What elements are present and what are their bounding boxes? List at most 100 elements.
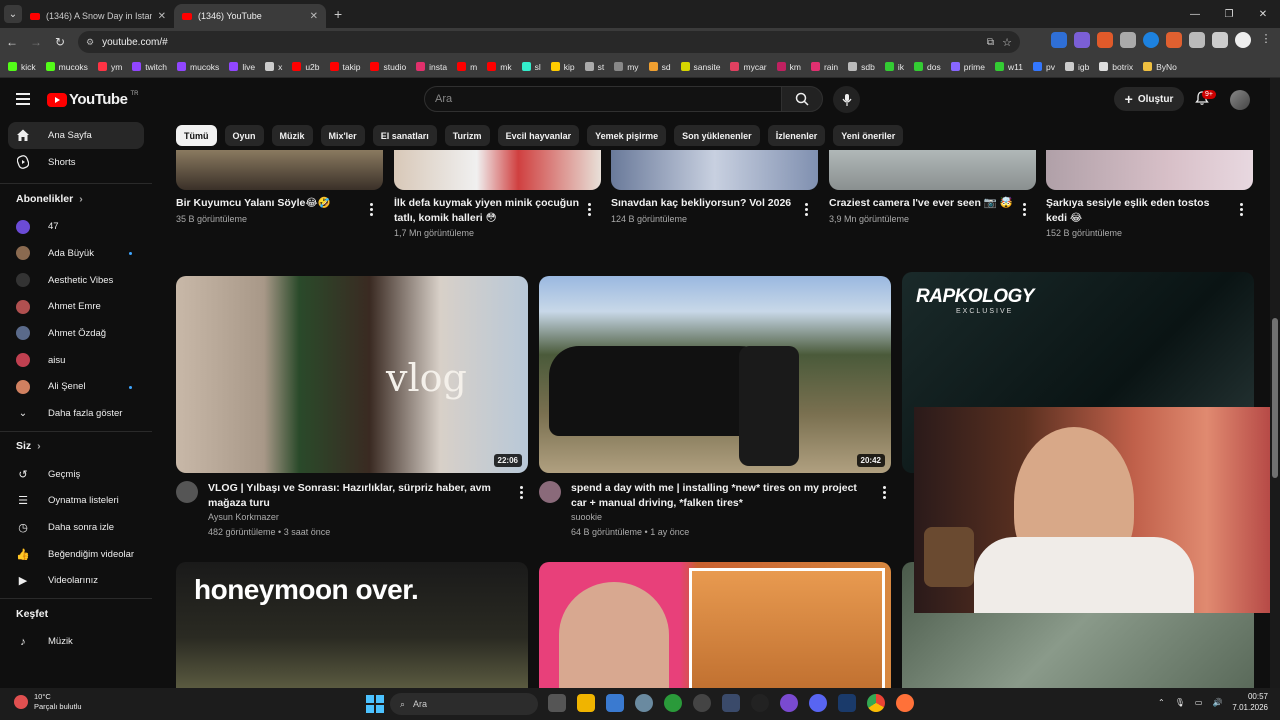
forward-icon[interactable]: → <box>24 35 48 49</box>
more-actions-icon[interactable] <box>370 203 374 218</box>
video-thumbnail-vlog[interactable]: vlog 22:06 <box>176 276 528 473</box>
bookmark-item[interactable]: takip <box>329 62 360 72</box>
bookmark-item[interactable]: rain <box>810 62 838 72</box>
extensions-puzzle-icon[interactable] <box>1212 32 1228 48</box>
bookmark-item[interactable]: ym <box>97 62 122 72</box>
channel-name[interactable]: Aysun Korkmazer <box>208 510 408 525</box>
bookmark-item[interactable]: sansite <box>680 62 720 72</box>
video-thumbnail-honeymoon[interactable]: honeymoon over. <box>176 562 528 688</box>
channel-avatar[interactable] <box>539 481 561 503</box>
more-actions-icon[interactable] <box>588 203 592 218</box>
bookmark-item[interactable]: sd <box>648 62 671 72</box>
video-title[interactable]: VLOG | Yılbaşı ve Sonrası: Hazırlıklar, … <box>208 481 508 510</box>
sidebar-item-shorts[interactable]: Shorts <box>0 149 152 176</box>
weather-widget[interactable]: 10°C Parçalı bulutlu <box>14 692 82 712</box>
sidebar-item-subscription[interactable]: Aesthetic Vibes <box>0 267 152 294</box>
bookmark-item[interactable]: mucoks <box>45 62 88 72</box>
bookmark-item[interactable]: prime <box>950 62 985 72</box>
filter-chip[interactable]: Evcil hayvanlar <box>497 125 580 146</box>
tray-overflow-icon[interactable]: ⌃ <box>1158 698 1165 707</box>
bookmark-item[interactable]: dos <box>914 62 941 72</box>
sidebar-item-like[interactable]: 👍 Beğendiğim videolar <box>0 541 152 568</box>
youtube-logo[interactable]: YouTube TR <box>47 91 138 108</box>
subscriptions-section-header[interactable]: Abonelikler › <box>0 183 152 213</box>
channel-avatar[interactable] <box>176 481 198 503</box>
create-button[interactable]: + Oluştur <box>1114 87 1184 111</box>
bookmark-star-icon[interactable]: ☆ <box>1002 36 1012 49</box>
bookmark-item[interactable]: my <box>614 62 639 72</box>
bookmark-item[interactable]: u2b <box>292 62 320 72</box>
reload-icon[interactable]: ↻ <box>48 35 72 49</box>
more-actions-icon[interactable] <box>883 486 887 501</box>
browser-tab[interactable]: (1346) A Snow Day in Istanbul ✕ <box>22 4 174 28</box>
bookmark-item[interactable]: mucoks <box>177 62 219 72</box>
video-thumbnail[interactable] <box>611 150 818 190</box>
filter-chip[interactable]: Müzik <box>271 125 313 146</box>
search-button[interactable] <box>781 86 823 112</box>
sidebar-item-your-videos[interactable]: ▶ Videolarınız <box>0 568 152 595</box>
sidebar-item-subscription[interactable]: Ada Büyük <box>0 240 152 267</box>
extension-icon[interactable] <box>1120 32 1136 48</box>
bookmark-item[interactable]: live <box>229 62 255 72</box>
clock[interactable]: 00:57 7.01.2026 <box>1232 691 1268 713</box>
video-thumbnail[interactable] <box>176 150 383 190</box>
bookmark-item[interactable]: mycar <box>730 62 767 72</box>
close-tab-icon[interactable]: ✕ <box>310 11 318 22</box>
discord-icon[interactable] <box>809 694 827 712</box>
you-section-header[interactable]: Siz › <box>0 430 152 461</box>
app-icon[interactable] <box>664 694 682 712</box>
extension-icon[interactable] <box>1143 32 1159 48</box>
file-explorer-icon[interactable] <box>577 694 595 712</box>
more-actions-icon[interactable] <box>520 486 524 501</box>
bookmark-item[interactable]: sdb <box>848 62 875 72</box>
volume-icon[interactable]: 🔊 <box>1212 698 1222 707</box>
sidebar-item-subscription[interactable]: Ahmet Özdağ <box>0 320 152 347</box>
restore-icon[interactable]: ❐ <box>1212 0 1246 28</box>
filter-chip[interactable]: El sanatları <box>372 125 437 146</box>
app-icon[interactable] <box>722 694 740 712</box>
video-thumbnail[interactable] <box>1046 150 1253 190</box>
minimize-icon[interactable]: — <box>1178 0 1212 28</box>
steam-icon[interactable] <box>838 694 856 712</box>
more-actions-icon[interactable] <box>805 203 809 218</box>
filter-chip[interactable]: Oyun <box>224 125 264 146</box>
bookmark-item[interactable]: insta <box>416 62 447 72</box>
video-title[interactable]: Şarkıya sesiyle eşlik eden tostos kedi 😂 <box>1046 196 1232 225</box>
tab-search-button[interactable]: ⌄ <box>4 5 22 23</box>
voice-search-button[interactable] <box>833 86 860 113</box>
search-input[interactable]: Ara <box>424 86 782 112</box>
bookmark-item[interactable]: st <box>584 62 604 72</box>
firefox-icon[interactable] <box>896 694 914 712</box>
bookmark-item[interactable]: igb <box>1064 62 1089 72</box>
bookmark-item[interactable]: studio <box>370 62 406 72</box>
profile-icon[interactable] <box>1235 32 1251 48</box>
video-thumbnail-meerkat[interactable] <box>539 562 891 688</box>
network-icon[interactable]: ▭ <box>1195 698 1203 707</box>
video-thumbnail-tires[interactable]: 20:42 <box>539 276 891 473</box>
app-icon[interactable] <box>780 694 798 712</box>
url-field[interactable]: ⚙ youtube.com/# ⧉ ☆ <box>78 31 1020 53</box>
close-tab-icon[interactable]: ✕ <box>158 11 166 22</box>
video-title[interactable]: Sınavdan kaç bekliyorsun? Vol 2026 <box>611 196 797 211</box>
sidebar-item-history[interactable]: ↺ Geçmiş <box>0 461 152 488</box>
bookmark-item[interactable]: kick <box>8 62 36 72</box>
filter-chip[interactable]: Tümü <box>176 125 217 146</box>
bookmark-item[interactable]: w11 <box>995 62 1023 72</box>
filter-chip[interactable]: Turizm <box>444 125 490 146</box>
bookmark-item[interactable]: ByNo <box>1143 62 1177 72</box>
filter-chip[interactable]: İzlenenler <box>767 125 826 146</box>
video-title[interactable]: İlk defa kuymak yiyen minik çocuğun tatl… <box>394 196 580 225</box>
bookmark-item[interactable]: km <box>776 62 801 72</box>
account-avatar[interactable] <box>1230 90 1250 110</box>
back-icon[interactable]: ← <box>0 35 24 49</box>
extension-icon[interactable] <box>1166 32 1182 48</box>
sidebar-item-subscription[interactable]: 47 <box>0 213 152 240</box>
scrollbar-thumb[interactable] <box>1272 318 1278 478</box>
app-icon[interactable] <box>693 694 711 712</box>
sidebar-item-playlists[interactable]: ☰ Oynatma listeleri <box>0 488 152 515</box>
filter-chip[interactable]: Mix'ler <box>320 125 365 146</box>
sidebar-item-home[interactable]: Ana Sayfa <box>8 122 144 149</box>
chrome-icon[interactable] <box>867 694 885 712</box>
extension-icon[interactable] <box>1097 32 1113 48</box>
new-tab-button[interactable]: + <box>334 6 342 22</box>
